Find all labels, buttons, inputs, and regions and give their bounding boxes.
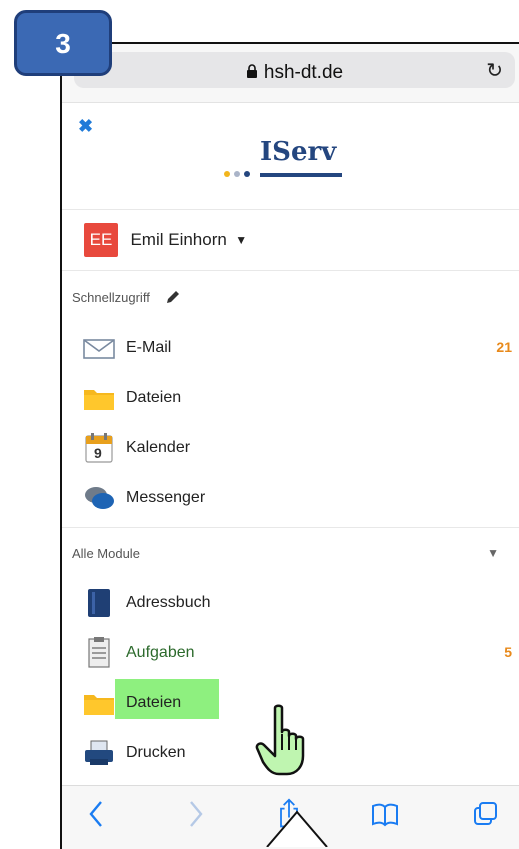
phone-screen: hsh-dt.de ↻ ✖ IServ EE Emil Einhorn ▼ Sc… xyxy=(60,42,519,849)
printer-icon xyxy=(85,740,113,765)
module-item-aufgaben[interactable]: Aufgaben 5 xyxy=(82,633,512,673)
unread-count-badge: 21 xyxy=(496,339,512,355)
task-count-badge: 5 xyxy=(504,644,512,660)
user-name: Emil Einhorn xyxy=(130,230,227,249)
item-label: Adressbuch xyxy=(126,594,211,611)
logo-dot xyxy=(224,171,230,177)
tasks-icon xyxy=(88,637,110,668)
lock-icon xyxy=(246,64,257,78)
back-icon[interactable] xyxy=(86,798,106,830)
avatar: EE xyxy=(84,223,118,257)
user-menu[interactable]: EE Emil Einhorn ▼ xyxy=(84,223,247,257)
all-modules-header[interactable]: Alle Module ▼ xyxy=(72,546,511,561)
item-label: Dateien xyxy=(126,694,182,711)
iserv-logo[interactable]: IServ xyxy=(222,137,342,177)
calendar-day: 9 xyxy=(94,445,102,461)
module-item-adressbuch[interactable]: Adressbuch xyxy=(82,583,512,623)
url-display[interactable]: hsh-dt.de xyxy=(74,62,515,84)
pointer-arrow-icon xyxy=(266,810,328,847)
chevron-down-icon[interactable]: ▼ xyxy=(487,546,499,560)
quick-item-kalender[interactable]: 9 Kalender xyxy=(82,428,512,468)
item-label: Drucken xyxy=(126,744,186,761)
bookmarks-icon[interactable] xyxy=(370,798,400,830)
quick-access-header: Schnellzugriff xyxy=(72,289,181,305)
quick-item-messenger[interactable]: Messenger xyxy=(82,478,512,518)
hand-cursor-icon xyxy=(255,704,305,776)
logo-underline xyxy=(260,173,342,177)
logo-dot xyxy=(234,171,240,177)
folder-icon xyxy=(84,390,114,410)
forward-icon[interactable] xyxy=(186,798,206,830)
caret-down-icon: ▼ xyxy=(235,233,248,247)
divider xyxy=(62,270,519,271)
divider xyxy=(62,527,519,528)
messenger-icon xyxy=(85,487,114,509)
step-number-badge: 3 xyxy=(14,10,112,76)
item-label: Aufgaben xyxy=(126,644,195,661)
logo-dot xyxy=(244,171,250,177)
reload-icon[interactable]: ↻ xyxy=(486,58,503,83)
item-label: Messenger xyxy=(126,489,206,506)
url-text: hsh-dt.de xyxy=(263,62,344,83)
item-label: Kalender xyxy=(126,439,191,456)
close-icon[interactable]: ✖ xyxy=(78,116,93,137)
logo-text: IServ xyxy=(260,137,337,167)
addressbook-icon xyxy=(88,589,110,617)
tabs-icon[interactable] xyxy=(472,798,500,830)
address-field[interactable]: hsh-dt.de ↻ xyxy=(74,52,515,88)
folder-icon xyxy=(84,695,114,715)
pencil-icon[interactable] xyxy=(165,289,181,305)
quick-access-title: Schnellzugriff xyxy=(72,290,150,305)
item-label: Dateien xyxy=(126,389,182,406)
mail-icon xyxy=(83,339,115,359)
iserv-navigation: ✖ IServ EE Emil Einhorn ▼ Schnellzugriff xyxy=(62,103,519,785)
browser-url-bar: hsh-dt.de ↻ xyxy=(62,44,519,103)
quick-item-email[interactable]: E-Mail 21 xyxy=(82,328,512,368)
divider xyxy=(62,209,519,210)
all-modules-title: Alle Module xyxy=(72,546,140,561)
quick-item-dateien[interactable]: Dateien xyxy=(82,378,512,418)
item-label: E-Mail xyxy=(126,339,172,356)
